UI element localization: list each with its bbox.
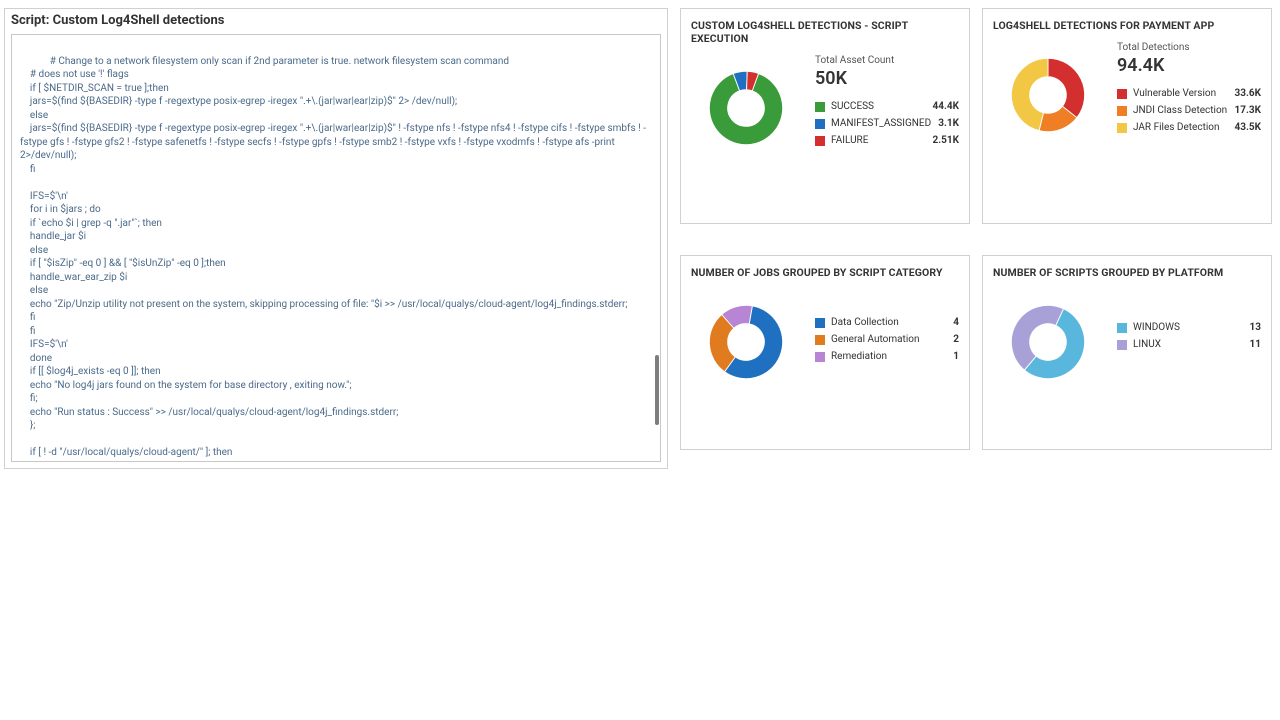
legend-value: 4 xyxy=(953,317,959,328)
donut-chart-2 xyxy=(993,40,1103,150)
legend-label: FAILURE xyxy=(831,135,868,146)
legend-row: Data Collection 4 xyxy=(815,317,959,328)
legend-label: General Automation xyxy=(831,334,919,345)
legend-left: Data Collection xyxy=(815,317,899,328)
legend-value: 2.51K xyxy=(933,135,959,146)
card-jobs-by-category: NUMBER OF JOBS GROUPED BY SCRIPT CATEGOR… xyxy=(680,255,970,450)
legend-row: General Automation 2 xyxy=(815,334,959,345)
legend-value: 17.3K xyxy=(1235,105,1261,116)
legend-row: JAR Files Detection 43.5K xyxy=(1117,122,1261,133)
legend: WINDOWS 13 LINUX 11 xyxy=(1117,322,1261,350)
donut-chart-4 xyxy=(993,287,1103,397)
card-body: WINDOWS 13 LINUX 11 xyxy=(993,287,1261,397)
legend-row: MANIFEST_ASSIGNED 3.1K xyxy=(815,118,959,129)
card-body: Total Detections 94.4K Vulnerable Versio… xyxy=(993,40,1261,150)
legend-label: WINDOWS xyxy=(1133,322,1180,333)
card-payment-app: LOG4SHELL DETECTIONS FOR PAYMENT APP Tot… xyxy=(982,8,1272,224)
legend-value: 3.1K xyxy=(938,118,959,129)
legend-value: 1 xyxy=(953,351,959,362)
legend-row: WINDOWS 13 xyxy=(1117,322,1261,333)
metric-label: Total Detections xyxy=(1117,42,1261,53)
legend-value: 44.4K xyxy=(933,101,959,112)
legend-row: Vulnerable Version 33.6K xyxy=(1117,88,1261,99)
metric-label: Total Asset Count xyxy=(815,55,959,66)
card-scripts-by-platform: NUMBER OF SCRIPTS GROUPED BY PLATFORM WI… xyxy=(982,255,1272,450)
legend-left: Vulnerable Version xyxy=(1117,88,1216,99)
card-data: WINDOWS 13 LINUX 11 xyxy=(1117,287,1261,356)
legend-swatch xyxy=(1117,123,1127,133)
legend-value: 2 xyxy=(953,334,959,345)
card-data: Total Asset Count 50K SUCCESS44.4KMANIFE… xyxy=(815,53,959,152)
script-body[interactable]: # Change to a network filesystem only sc… xyxy=(11,34,661,462)
donut-chart-3 xyxy=(691,287,801,397)
script-panel: Script: Custom Log4Shell detections # Ch… xyxy=(4,8,668,469)
legend-left: General Automation xyxy=(815,334,919,345)
legend-label: Remediation xyxy=(831,351,887,362)
legend-swatch xyxy=(1117,323,1127,333)
metric-value: 94.4K xyxy=(1117,55,1261,76)
legend-label: LINUX xyxy=(1133,339,1161,350)
donut-chart-1 xyxy=(691,53,801,163)
card-title: LOG4SHELL DETECTIONS FOR PAYMENT APP xyxy=(993,19,1261,32)
legend-left: SUCCESS xyxy=(815,101,874,112)
legend-label: JNDI Class Detection xyxy=(1133,105,1227,116)
legend-left: JNDI Class Detection xyxy=(1117,105,1227,116)
legend-swatch xyxy=(815,352,825,362)
script-title: Script: Custom Log4Shell detections xyxy=(5,9,667,34)
legend-left: Remediation xyxy=(815,351,887,362)
metric-value: 50K xyxy=(815,68,959,89)
legend-left: MANIFEST_ASSIGNED xyxy=(815,118,931,129)
card-title: NUMBER OF JOBS GROUPED BY SCRIPT CATEGOR… xyxy=(691,266,959,279)
card-body: Total Asset Count 50K SUCCESS44.4KMANIFE… xyxy=(691,53,959,163)
legend-value: 33.6K xyxy=(1235,88,1261,99)
card-data: Data Collection 4 General Automation 2 Remed… xyxy=(815,287,959,368)
legend-swatch xyxy=(1117,106,1127,116)
legend-left: LINUX xyxy=(1117,339,1161,350)
card-body: Data Collection 4 General Automation 2 Remed… xyxy=(691,287,959,397)
card-data: Total Detections 94.4K Vulnerable Versio… xyxy=(1117,40,1261,139)
legend-row: LINUX 11 xyxy=(1117,339,1261,350)
legend-value: 11 xyxy=(1250,339,1261,350)
legend: Vulnerable Version 33.6K JNDI Class Detect… xyxy=(1117,88,1261,133)
legend-swatch xyxy=(815,335,825,345)
card-title: NUMBER OF SCRIPTS GROUPED BY PLATFORM xyxy=(993,266,1261,279)
legend-left: FAILURE xyxy=(815,135,868,146)
card-title: CUSTOM LOG4SHELL DETECTIONS - SCRIPT EXE… xyxy=(691,19,959,45)
donut-slice[interactable] xyxy=(1048,58,1085,117)
legend-label: Vulnerable Version xyxy=(1133,88,1216,99)
legend-label: MANIFEST_ASSIGNED xyxy=(831,118,931,129)
legend-swatch xyxy=(815,136,825,146)
legend-label: Data Collection xyxy=(831,317,899,328)
legend-value: 13 xyxy=(1250,322,1261,333)
legend-swatch xyxy=(1117,340,1127,350)
legend-row: Remediation 1 xyxy=(815,351,959,362)
script-text: # Change to a network filesystem only sc… xyxy=(20,56,646,463)
legend-label: JAR Files Detection xyxy=(1133,122,1220,133)
legend-row: JNDI Class Detection 17.3K xyxy=(1117,105,1261,116)
legend-swatch xyxy=(1117,89,1127,99)
legend: SUCCESS 44.4KMANIFEST_ASSIGNED 3.1K FAILURE… xyxy=(815,101,959,146)
scrollbar-thumb[interactable] xyxy=(655,355,659,425)
legend-swatch xyxy=(815,318,825,328)
legend-row: FAILURE 2.51K xyxy=(815,135,959,146)
legend-value: 43.5K xyxy=(1235,122,1261,133)
right-column: CUSTOM LOG4SHELL DETECTIONS - SCRIPT EXE… xyxy=(680,0,1272,469)
legend-swatch xyxy=(815,102,825,112)
left-column: Script: Custom Log4Shell detections # Ch… xyxy=(0,0,668,469)
dashboard-container: Script: Custom Log4Shell detections # Ch… xyxy=(0,0,1280,469)
legend-row: SUCCESS 44.4K xyxy=(815,101,959,112)
card-script-execution: CUSTOM LOG4SHELL DETECTIONS - SCRIPT EXE… xyxy=(680,8,970,224)
legend-swatch xyxy=(815,119,825,129)
legend-label: SUCCESS xyxy=(831,101,874,112)
legend-left: WINDOWS xyxy=(1117,322,1180,333)
legend-left: JAR Files Detection xyxy=(1117,122,1220,133)
legend: Data Collection 4 General Automation 2 Remed… xyxy=(815,317,959,362)
